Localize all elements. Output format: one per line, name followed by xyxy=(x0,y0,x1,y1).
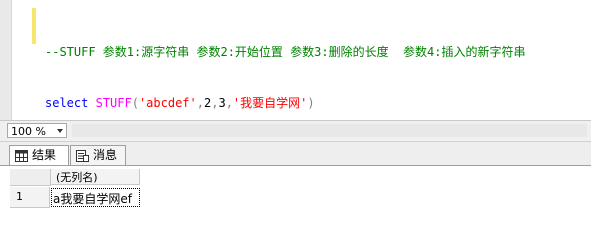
horizontal-scrollbar[interactable] xyxy=(72,124,587,137)
row-number[interactable]: 1 xyxy=(10,187,50,208)
sql-keyword-select: select xyxy=(45,96,89,110)
grid-header-row: (无列名) xyxy=(10,169,140,186)
editor-gutter xyxy=(0,0,12,120)
zoom-value: 100 % xyxy=(11,125,46,138)
tab-messages[interactable]: 消息 xyxy=(70,145,126,165)
chevron-down-icon[interactable] xyxy=(57,129,63,133)
sql-open-paren: ( xyxy=(131,96,139,110)
grid-corner[interactable] xyxy=(10,169,51,186)
column-header[interactable]: (无列名) xyxy=(51,169,140,185)
tab-messages-label: 消息 xyxy=(93,148,118,162)
sql-comment: --STUFF 参数1:源字符串 参数2:开始位置 参数3:删除的长度 参数4:… xyxy=(45,45,526,59)
sql-comma-3: , xyxy=(225,96,233,110)
sql-arg-length: 3 xyxy=(218,96,226,110)
result-cell[interactable]: a我要自学网ef xyxy=(51,188,140,207)
tab-results[interactable]: 结果 xyxy=(9,145,69,166)
change-indicator xyxy=(32,8,36,44)
zoom-bar: 100 % xyxy=(0,120,591,141)
query-editor[interactable]: --STUFF 参数1:源字符串 参数2:开始位置 参数3:删除的长度 参数4:… xyxy=(0,0,591,120)
results-grid[interactable]: (无列名) 1 a我要自学网ef xyxy=(0,165,591,222)
table-row[interactable]: 1 a我要自学网ef xyxy=(10,187,140,209)
sql-arg-insert: '我要自学网' xyxy=(232,96,308,110)
code-line-comment: --STUFF 参数1:源字符串 参数2:开始位置 参数3:删除的长度 参数4:… xyxy=(45,44,526,61)
sql-arg-source: 'abcdef' xyxy=(138,96,197,110)
tab-results-label: 结果 xyxy=(32,148,57,162)
zoom-dropdown[interactable]: 100 % xyxy=(7,123,67,138)
results-tab-strip: 结果 消息 xyxy=(0,141,591,166)
code-line-select: select STUFF('abcdef',2,3,'我要自学网') xyxy=(45,95,526,112)
sql-close-paren: ) xyxy=(307,96,315,110)
sql-function-stuff: STUFF xyxy=(95,96,132,110)
sql-comma-1: , xyxy=(196,96,204,110)
